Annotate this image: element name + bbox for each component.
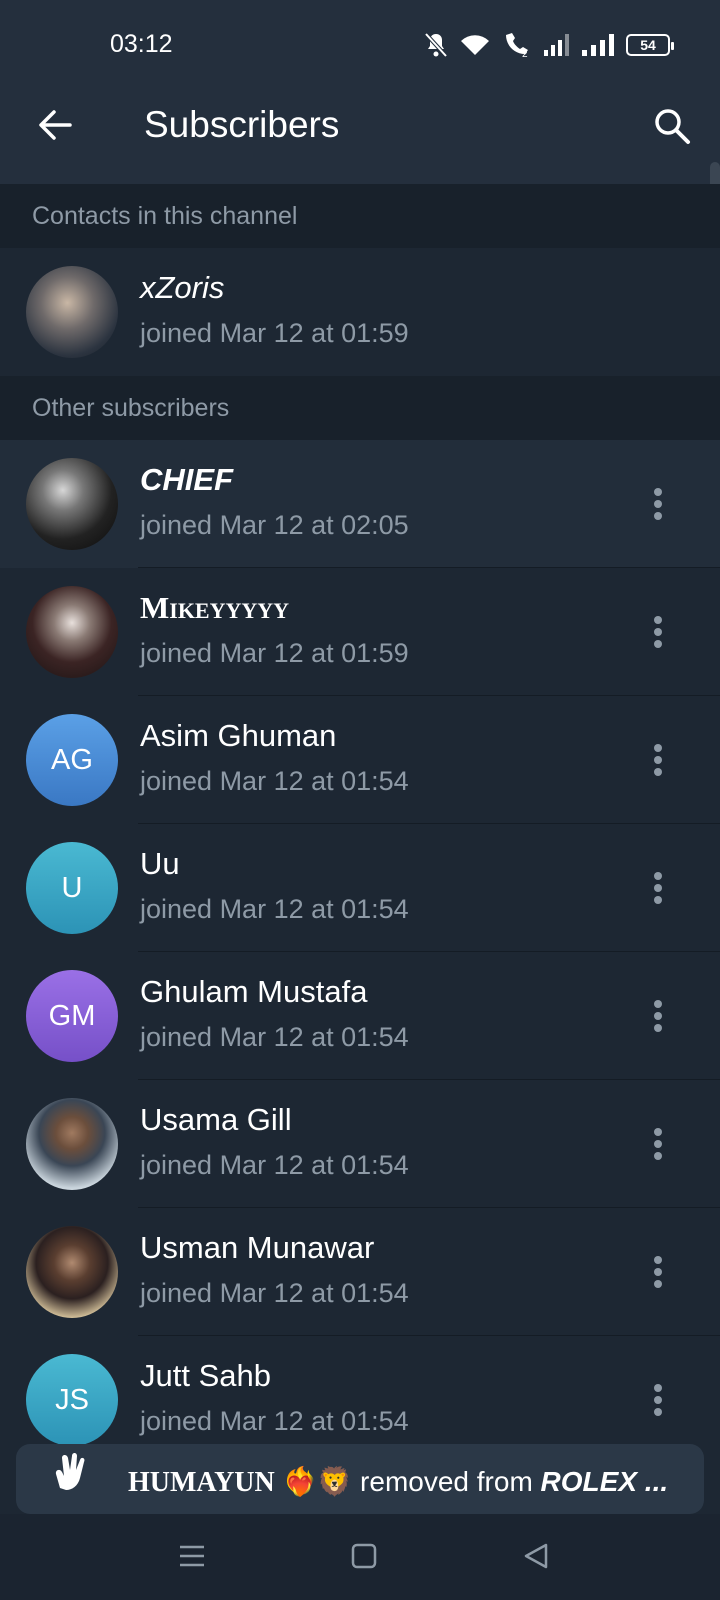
- subscriber-row[interactable]: GM Ghulam Mustafa joined Mar 12 at 01:54: [0, 952, 720, 1080]
- svg-text:2: 2: [522, 49, 528, 58]
- joined-date: joined Mar 12 at 01:54: [140, 1278, 409, 1308]
- menu-icon[interactable]: [178, 1542, 206, 1570]
- subscriber-row[interactable]: Usman Munawar joined Mar 12 at 01:54: [0, 1208, 720, 1336]
- joined-date: joined Mar 12 at 01:59: [140, 638, 409, 668]
- subscriber-name: Mikeyyyyy: [140, 590, 290, 625]
- more-options-icon[interactable]: [648, 1252, 668, 1292]
- more-options-icon[interactable]: [648, 996, 668, 1036]
- snackbar[interactable]: HUMAYUN ❤️‍🔥🦁 removed from ROLEX ...: [16, 1444, 704, 1514]
- joined-date: joined Mar 12 at 01:54: [140, 1406, 409, 1436]
- app-bar: [0, 92, 720, 184]
- subscriber-row[interactable]: U Uu joined Mar 12 at 01:54: [0, 824, 720, 952]
- wifi-call-icon: 2: [506, 33, 528, 58]
- subscriber-name: Jutt Sahb: [140, 1358, 271, 1393]
- signal-icon: [582, 34, 614, 56]
- joined-date: joined Mar 12 at 01:59: [140, 318, 409, 348]
- status-bar: 03:12 2 54: [0, 0, 720, 92]
- snackbar-message: removed from: [352, 1466, 541, 1497]
- avatar: [26, 1098, 118, 1190]
- signal-icon: [544, 34, 569, 56]
- section-header-contacts: Contacts in this channel: [0, 184, 720, 248]
- joined-date: joined Mar 12 at 01:54: [140, 1022, 409, 1052]
- avatar: [26, 586, 118, 678]
- home-icon[interactable]: [350, 1542, 378, 1570]
- snackbar-channel-name: ROLEX: [540, 1466, 638, 1497]
- snackbar-user-name: HUMAYUN: [128, 1467, 275, 1498]
- subscriber-name: Asim Ghuman: [140, 718, 337, 753]
- more-options-icon[interactable]: [648, 612, 668, 652]
- status-time: 03:12: [110, 30, 173, 58]
- subscriber-row[interactable]: CHIEF joined Mar 12 at 02:05: [0, 440, 720, 568]
- subscriber-row[interactable]: Usama Gill joined Mar 12 at 01:54: [0, 1080, 720, 1208]
- more-options-icon[interactable]: [648, 1380, 668, 1420]
- avatar: [26, 1226, 118, 1318]
- hand-wave-icon: [55, 1453, 85, 1490]
- more-options-icon[interactable]: [648, 740, 668, 780]
- wifi-icon: [461, 35, 489, 55]
- bell-off-icon: [424, 32, 448, 58]
- back-icon[interactable]: [522, 1542, 550, 1570]
- joined-date: joined Mar 12 at 01:54: [140, 894, 409, 924]
- more-options-icon[interactable]: [648, 868, 668, 908]
- snackbar-ellipsis: ...: [637, 1466, 669, 1497]
- avatar: JS: [26, 1354, 118, 1446]
- search-icon[interactable]: [652, 106, 692, 146]
- subscriber-name: CHIEF: [140, 462, 233, 497]
- subscriber-name: Ghulam Mustafa: [140, 974, 368, 1009]
- subscriber-row[interactable]: Mikeyyyyy joined Mar 12 at 01:59: [0, 568, 720, 696]
- snackbar-text: HUMAYUN ❤️‍🔥🦁 removed from ROLEX ...: [128, 1465, 668, 1499]
- status-icons: 2 54: [424, 30, 674, 60]
- subscriber-name: Usama Gill: [140, 1102, 292, 1137]
- avatar: U: [26, 842, 118, 934]
- avatar: [26, 458, 118, 550]
- joined-date: joined Mar 12 at 01:54: [140, 766, 409, 796]
- section-header-others: Other subscribers: [0, 376, 720, 440]
- subscriber-name: Uu: [140, 846, 180, 881]
- more-options-icon[interactable]: [648, 484, 668, 524]
- avatar: GM: [26, 970, 118, 1062]
- system-nav-bar: [0, 1514, 720, 1600]
- more-options-icon[interactable]: [648, 1124, 668, 1164]
- page-title: Subscribers: [144, 104, 340, 145]
- snackbar-emoji: ❤️‍🔥🦁: [282, 1466, 353, 1497]
- subscriber-row[interactable]: AG Asim Ghuman joined Mar 12 at 01:54: [0, 696, 720, 824]
- avatar: AG: [26, 714, 118, 806]
- joined-date: joined Mar 12 at 01:54: [140, 1150, 409, 1180]
- subscriber-name: xZoris: [140, 270, 225, 305]
- back-arrow-icon[interactable]: [36, 106, 74, 144]
- battery-indicator: 54: [626, 34, 674, 56]
- joined-date: joined Mar 12 at 02:05: [140, 510, 409, 540]
- contact-row[interactable]: xZoris joined Mar 12 at 01:59: [0, 248, 720, 376]
- subscriber-name: Usman Munawar: [140, 1230, 375, 1265]
- avatar: [26, 266, 118, 358]
